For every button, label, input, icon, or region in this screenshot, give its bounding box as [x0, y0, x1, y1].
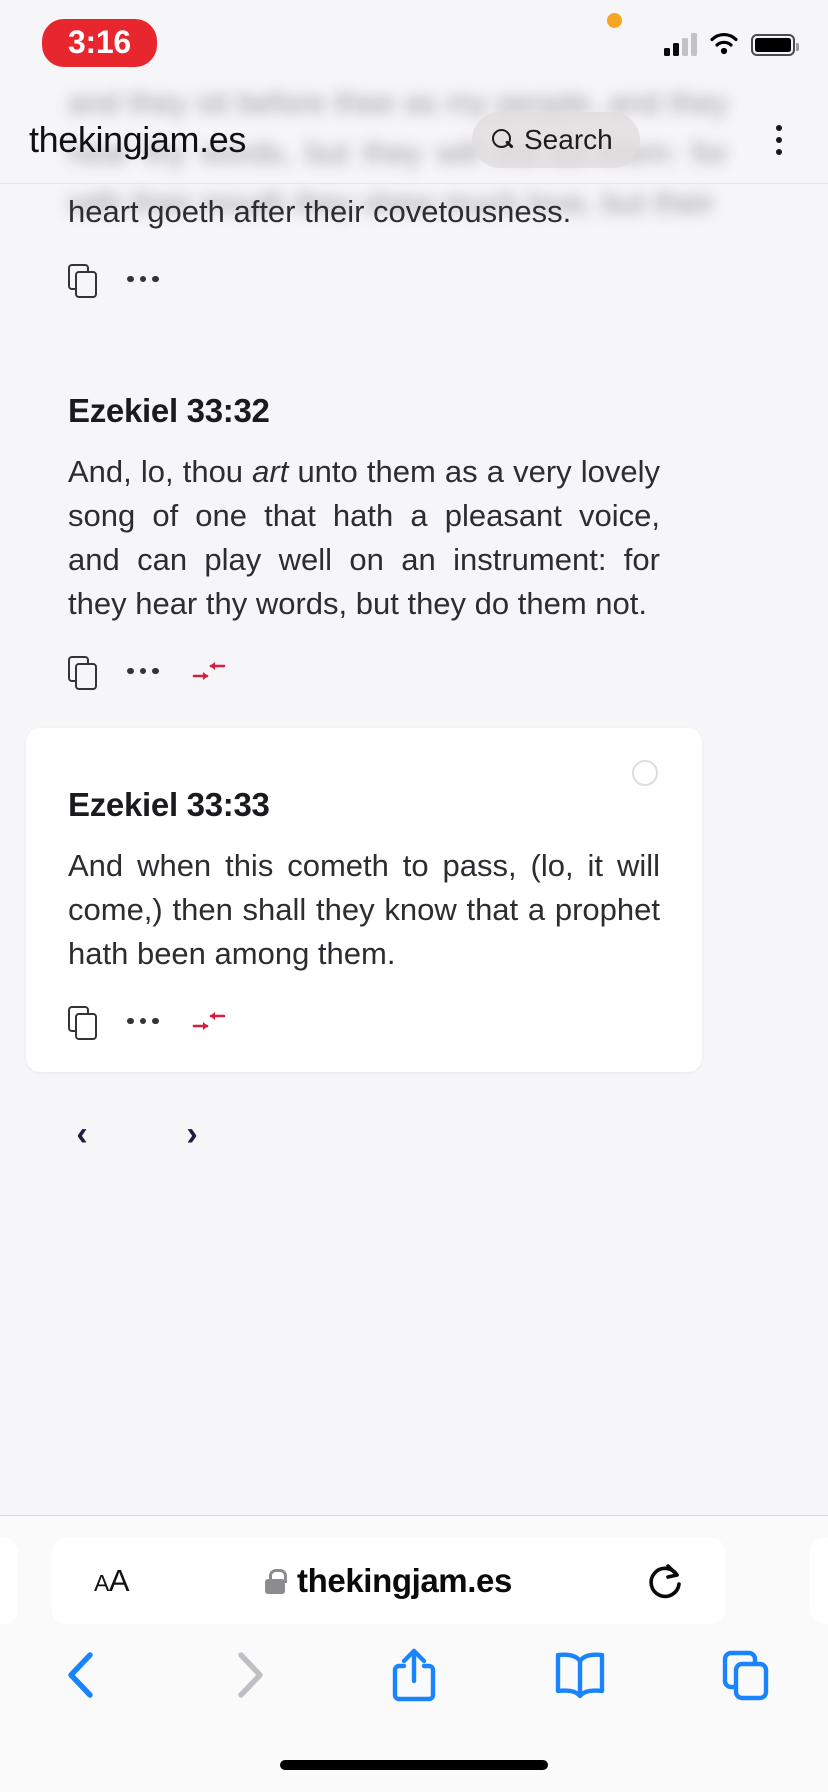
- wifi-icon: [709, 32, 739, 56]
- prev-page-button[interactable]: ‹: [60, 1112, 104, 1156]
- search-button[interactable]: Search: [472, 112, 640, 168]
- privacy-indicator-dot: [607, 13, 622, 28]
- tab-strip: AA thekingjam.es: [0, 1538, 828, 1624]
- adjacent-tab-left[interactable]: [0, 1538, 18, 1624]
- circle-outline-icon[interactable]: [632, 760, 658, 786]
- verse-card-ezekiel-33-33[interactable]: Ezekiel 33:33 And when this cometh to pa…: [26, 728, 702, 1072]
- more-options-icon[interactable]: [127, 656, 159, 686]
- compress-icon[interactable]: [192, 1006, 226, 1036]
- tabs-icon[interactable]: [662, 1630, 828, 1720]
- more-options-icon[interactable]: [127, 264, 159, 294]
- safari-browser-chrome: AA thekingjam.es: [0, 1515, 828, 1792]
- lock-icon: [265, 1568, 288, 1594]
- copy-icon[interactable]: [68, 1006, 97, 1040]
- copy-icon[interactable]: [68, 264, 97, 298]
- status-icons: [664, 32, 799, 56]
- site-title: thekingjam.es: [29, 119, 246, 160]
- home-indicator: [280, 1760, 548, 1770]
- search-label: Search: [524, 124, 613, 155]
- verse-italic-word: art: [252, 454, 289, 489]
- url-group: thekingjam.es: [52, 1562, 725, 1600]
- phone-screen: and they sit before thee as my people, a…: [0, 0, 828, 1792]
- copy-icon[interactable]: [68, 656, 97, 690]
- pagination-controls: ‹ ›: [60, 1112, 214, 1156]
- verse-text-part-1: And, lo, thou: [68, 454, 253, 489]
- more-options-icon[interactable]: [127, 1006, 159, 1036]
- verse-text: And, lo, thou art unto them as a very lo…: [68, 450, 660, 626]
- battery-full-icon: [751, 34, 799, 56]
- verse-reference: Ezekiel 33:32: [68, 392, 270, 429]
- search-icon: [492, 129, 514, 151]
- address-bar[interactable]: AA thekingjam.es: [52, 1538, 725, 1624]
- browser-toolbar: [0, 1630, 828, 1720]
- verse-block-ezekiel-33-32: Ezekiel 33:32 And, lo, thou art unto the…: [68, 392, 660, 690]
- verse-action-row: [68, 264, 660, 298]
- verse-text: And when this cometh to pass, (lo, it wi…: [68, 848, 660, 971]
- share-icon[interactable]: [331, 1630, 497, 1720]
- cellular-signal-icon: [664, 32, 697, 56]
- recording-time-pill[interactable]: 3:16: [42, 19, 157, 67]
- verse-action-row: [68, 1006, 660, 1040]
- book-icon[interactable]: [497, 1630, 663, 1720]
- adjacent-tab-right[interactable]: [810, 1538, 828, 1624]
- forward-chevron-icon: [166, 1630, 332, 1720]
- status-bar: 3:16: [0, 0, 828, 88]
- reload-icon[interactable]: [643, 1558, 689, 1604]
- url-text: thekingjam.es: [297, 1562, 512, 1599]
- verse-block-partial: heart goeth after their covetousness.: [68, 190, 660, 298]
- verse-action-row: [68, 656, 660, 690]
- back-chevron-icon[interactable]: [0, 1630, 166, 1720]
- kebab-menu-icon[interactable]: [752, 113, 806, 167]
- next-page-button[interactable]: ›: [170, 1112, 214, 1156]
- compress-icon[interactable]: [192, 656, 226, 686]
- web-page-content: and they sit before thee as my people, a…: [0, 0, 828, 1515]
- verse-reference: Ezekiel 33:33: [68, 786, 270, 823]
- site-header: thekingjam.es Search: [0, 95, 828, 185]
- verse-text: heart goeth after their covetousness.: [68, 194, 572, 229]
